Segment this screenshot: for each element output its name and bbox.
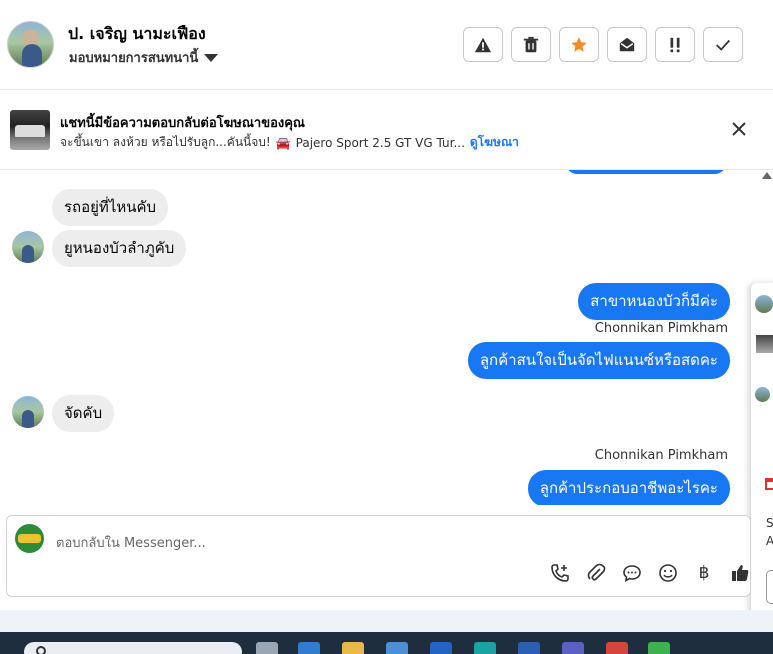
done-check-icon	[716, 39, 730, 51]
caret-down-icon	[204, 53, 219, 62]
delete-button[interactable]	[511, 27, 551, 62]
conversation-toolbar	[463, 27, 743, 62]
popup-letter: S	[766, 516, 773, 530]
popup-avatar[interactable]	[755, 295, 773, 313]
ad-thumbnail[interactable]	[10, 110, 50, 150]
sender-name: Chonnikan Pimkham	[594, 321, 728, 336]
close-icon[interactable]	[728, 118, 750, 140]
car-icon: 🚘	[275, 135, 291, 150]
sender-name: Chonnikan Pimkham	[594, 448, 728, 463]
edge-browser-icon[interactable]	[298, 642, 320, 654]
conversation-header: ป. เจริญ นามะเฟือง มอบหมายการสนทนานี้	[0, 0, 773, 90]
app-icon[interactable]	[474, 642, 496, 654]
message-bubble-outgoing	[566, 170, 726, 174]
message-bubble-incoming: รถอยู่ที่ไหนคับ	[52, 189, 169, 226]
popup-letter: A	[766, 534, 773, 548]
priority-button[interactable]	[655, 27, 695, 62]
os-taskbar	[0, 632, 773, 654]
page-avatar	[15, 524, 44, 553]
ad-car-name: Pajero Sport 2.5 GT VG Tur...	[295, 135, 465, 150]
emoji-icon[interactable]	[657, 562, 679, 584]
trash-icon	[523, 36, 539, 52]
page-background-strip	[0, 610, 773, 632]
popup-ad-thumbnail[interactable]	[756, 335, 773, 353]
assign-label: มอบหมายการสนทนานี้	[69, 51, 199, 66]
mark-unread-button[interactable]	[607, 27, 647, 62]
taskbar-search-box[interactable]	[24, 642, 242, 654]
ad-banner-details: จะขึ้นเขา ลงห้วย หรือไปรับลูก...คันนี้จบ…	[60, 133, 519, 152]
message-bubble-outgoing: สาขาหนองบัวก็มีค่ะ	[578, 283, 730, 320]
saved-reply-icon[interactable]	[621, 562, 643, 584]
line-icon[interactable]	[648, 642, 670, 654]
mark-done-button[interactable]	[703, 27, 743, 62]
calendar-icon	[765, 478, 773, 490]
file-explorer-icon[interactable]	[342, 642, 364, 654]
message-bubble-outgoing: ลูกค้าประกอบอาชีพอะไรคะ	[527, 470, 730, 505]
view-ad-link[interactable]: ดูโฆษณา	[470, 133, 519, 152]
popup-avatar[interactable]	[755, 387, 770, 402]
ad-text: จะขึ้นเขา ลงห้วย หรือไปรับลูก...คันนี้จบ…	[60, 135, 271, 149]
assign-conversation-dropdown[interactable]: มอบหมายการสนทนานี้	[69, 47, 219, 68]
mark-unread-icon	[619, 37, 635, 51]
task-view-icon[interactable]	[256, 642, 278, 654]
report-spam-button[interactable]	[463, 27, 503, 62]
contact-avatar-small	[12, 396, 44, 428]
reply-input[interactable]: ตอบกลับใน Messenger...	[56, 532, 206, 553]
attachment-icon[interactable]	[585, 562, 607, 584]
search-icon	[36, 646, 46, 654]
app-icon[interactable]	[518, 642, 540, 654]
message-bubble-incoming: ยูหนองบัวลำภูคับ	[52, 230, 187, 267]
star-button[interactable]	[559, 27, 599, 62]
priority-icon	[670, 37, 680, 52]
thumbs-up-icon[interactable]	[729, 562, 751, 584]
message-bubble-outgoing: ลูกค้าสนใจเป็นจัดไฟแนนซ์หรือสดคะ	[467, 342, 730, 379]
ad-reply-banner: แชทนี้มีข้อความตอบกลับต่อโฆษณาของคุณ จะข…	[0, 90, 773, 170]
composer-actions: ฿	[549, 562, 751, 584]
contact-name[interactable]: ป. เจริญ นามะเฟือง	[68, 22, 206, 47]
ad-banner-title: แชทนี้มีข้อความตอบกลับต่อโฆษณาของคุณ	[60, 116, 305, 131]
side-popup-panel: S A	[750, 283, 773, 619]
reply-composer: ตอบกลับใน Messenger... ฿	[6, 515, 751, 597]
teams-icon[interactable]	[562, 642, 584, 654]
star-icon	[571, 36, 587, 52]
message-bubble-incoming: จัดคับ	[52, 395, 115, 432]
contact-avatar-small	[12, 231, 44, 263]
contact-avatar[interactable]	[7, 21, 54, 68]
add-call-icon[interactable]	[549, 562, 571, 584]
baht-icon[interactable]: ฿	[693, 562, 715, 584]
mail-icon[interactable]	[430, 642, 452, 654]
chrome-icon[interactable]	[606, 642, 628, 654]
warning-icon	[474, 37, 492, 52]
message-thread: รถอยู่ที่ไหนคับ ยูหนองบัวลำภูคับ สาขาหนอ…	[0, 170, 748, 505]
popup-button[interactable]	[766, 570, 773, 604]
scroll-up-arrow-icon[interactable]	[762, 172, 772, 179]
store-icon[interactable]	[386, 642, 408, 654]
